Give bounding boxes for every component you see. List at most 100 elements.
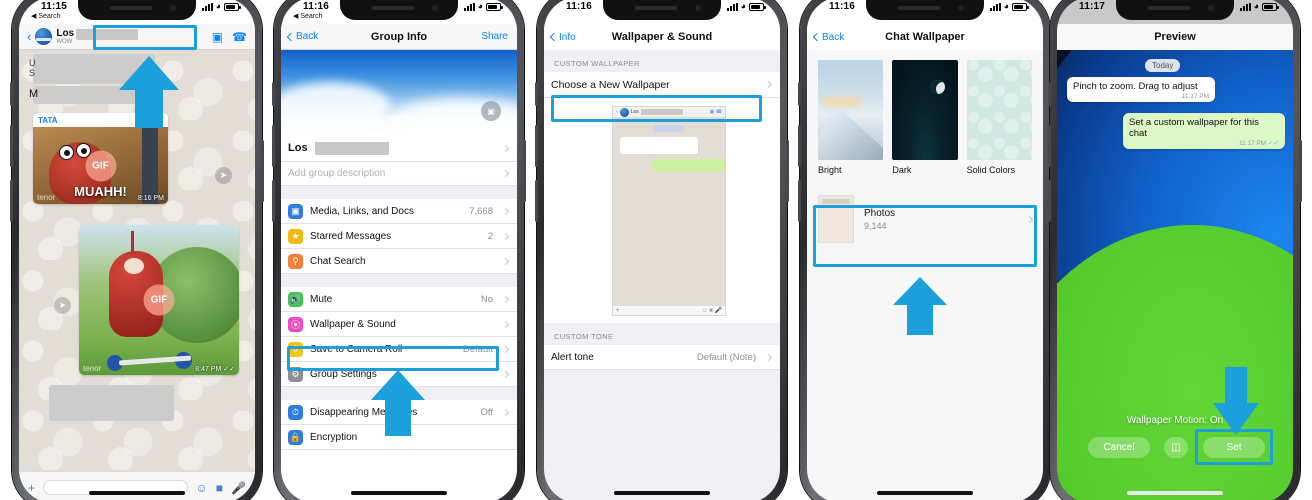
mock-input-bar: + ☺ ■ 🎤 (613, 305, 725, 315)
row-wallpaper-and-sound[interactable]: ⦿ Wallpaper & Sound (281, 312, 517, 337)
nav-bar-2: Back Group Info Share (281, 24, 517, 50)
row-mute[interactable]: 🔊 Mute No (281, 287, 517, 312)
chevron-right-icon (501, 345, 510, 353)
gif-badge: GIF (85, 150, 116, 181)
volume-down-button[interactable] (10, 180, 13, 222)
chevron-right-icon (764, 80, 773, 89)
sticker-icon[interactable]: ☺ (196, 481, 208, 495)
photos-text-block: Photos 9,144 (864, 208, 895, 231)
group-cover-photo[interactable]: ▣ (281, 50, 517, 135)
row-alert-tone[interactable]: Alert tone Default (Note) (544, 345, 780, 370)
wallpaper-category-grid: Bright Dark Solid Colors (807, 50, 1043, 175)
status-back-to-search-2[interactable]: ◀ Search (293, 12, 323, 20)
share-button[interactable]: Share (481, 31, 508, 42)
notch-2 (340, 0, 458, 20)
front-camera-4 (958, 5, 964, 11)
volume-up-button-3[interactable] (535, 125, 538, 167)
power-button-3[interactable] (786, 140, 789, 202)
volume-down-button-3[interactable] (535, 180, 538, 222)
attach-plus-icon[interactable]: + (28, 481, 35, 495)
volume-up-button-2[interactable] (272, 125, 275, 167)
front-camera (170, 5, 176, 11)
row-label: Alert tone (551, 351, 594, 363)
wallpaper-category-bright[interactable]: Bright (818, 60, 884, 175)
search-icon: ⚲ (288, 253, 303, 269)
status-back-to-search[interactable]: ◀ Search (31, 12, 61, 20)
volume-up-button-4[interactable] (798, 125, 801, 167)
back-to-info-button[interactable]: Info (549, 32, 576, 43)
chat-title-block[interactable]: Los WOW (56, 28, 74, 45)
row-save-to-camera-roll[interactable]: ⇩ Save to Camera Roll Default (281, 337, 517, 362)
row-chat-search[interactable]: ⚲ Chat Search (281, 249, 517, 274)
power-button[interactable] (261, 140, 264, 202)
row-label: Choose a New Wallpaper (551, 78, 670, 91)
front-camera-5 (1208, 5, 1214, 11)
redacted-group-name (314, 141, 389, 155)
volume-up-button[interactable] (10, 125, 13, 167)
gif-time: 8:16 PM (137, 195, 164, 202)
lock-icon: 🔒 (288, 429, 303, 445)
status-icons-2: ◕ (463, 2, 503, 11)
forward-icon-2[interactable]: ➤ (54, 297, 71, 314)
chat-title: Los (56, 28, 75, 39)
volume-down-button-5[interactable] (1048, 180, 1051, 222)
silent-switch-4[interactable] (798, 82, 801, 106)
wallpaper-category-label: Dark (892, 165, 912, 175)
video-camera-icon[interactable]: ▣ (212, 30, 223, 44)
row-value: 7,668 (469, 205, 493, 217)
notch-5 (1116, 0, 1234, 20)
chevron-right-icon (501, 232, 510, 240)
edit-cover-camera-icon[interactable]: ▣ (481, 101, 501, 121)
wifi-icon-5: ◕ (1253, 1, 1259, 11)
cellular-signal-icon-5 (1239, 2, 1251, 11)
forward-icon-1[interactable]: ➤ (215, 167, 232, 184)
wallpaper-category-dark[interactable]: Dark (892, 60, 958, 175)
wifi-icon-3: ◕ (740, 1, 746, 11)
silent-switch-3[interactable] (535, 82, 538, 106)
row-photos[interactable]: Photos 9,144 (807, 187, 1043, 251)
perspective-icon[interactable]: ◫ (1164, 437, 1188, 458)
status-time-3: 11:16 (566, 1, 593, 12)
wifi-icon: ◕ (215, 1, 221, 11)
mock-avatar (619, 107, 629, 117)
preview-title: Preview (1057, 24, 1293, 50)
status-icons: ◕ (201, 1, 241, 11)
wallpaper-category-label: Solid Colors (966, 165, 1016, 175)
row-label: Chat Search (310, 255, 366, 267)
phone-4-chat-wallpaper: 11:16 ◕ Back Chat Wallpaper Bright Dark … (798, 0, 1052, 500)
power-button-5[interactable] (1299, 140, 1302, 202)
row-starred-messages[interactable]: ★ Starred Messages 2 (281, 224, 517, 249)
status-icons-4: ◕ (989, 2, 1029, 11)
cancel-button[interactable]: Cancel (1088, 437, 1150, 458)
silent-switch-5[interactable] (1048, 82, 1051, 106)
back-button-4[interactable]: Back (812, 32, 844, 43)
silent-switch-2[interactable] (272, 82, 275, 106)
row-media-links-docs[interactable]: ▣ Media, Links, and Docs 7,668 (281, 199, 517, 224)
home-indicator-2 (351, 491, 447, 495)
chevron-right-icon (501, 370, 510, 378)
cellular-signal-icon (201, 2, 213, 11)
group-avatar[interactable] (35, 28, 53, 45)
status-time: 11:15 (41, 1, 68, 12)
volume-up-button-5[interactable] (1048, 125, 1051, 167)
group-description-row[interactable]: Add group description (281, 162, 517, 186)
volume-down-button-4[interactable] (798, 180, 801, 222)
front-camera-3 (695, 5, 701, 11)
volume-down-button-2[interactable] (272, 180, 275, 222)
back-button-2[interactable]: Back (286, 31, 318, 42)
camera-icon[interactable]: ■ (216, 481, 223, 495)
back-chevron-icon[interactable]: ‹ (27, 29, 31, 44)
silent-switch[interactable] (10, 82, 13, 106)
wallpaper-category-solid-colors[interactable]: Solid Colors (966, 60, 1032, 175)
phone-icon[interactable]: ☎ (232, 30, 247, 44)
power-button-2[interactable] (523, 140, 526, 202)
battery-icon (224, 2, 241, 11)
gif-badge-2: GIF (143, 284, 175, 316)
row-value: Off (480, 406, 494, 418)
gif-message-2[interactable]: GIF tenor 8:47 PM ✓✓ (79, 225, 239, 375)
microphone-icon[interactable]: 🎤 (231, 481, 246, 495)
row-choose-new-wallpaper[interactable]: Choose a New Wallpaper (544, 72, 780, 98)
row-value: Default (Note) (696, 351, 756, 363)
set-button[interactable]: Set (1203, 437, 1265, 458)
group-name-row[interactable]: Los (281, 135, 517, 162)
